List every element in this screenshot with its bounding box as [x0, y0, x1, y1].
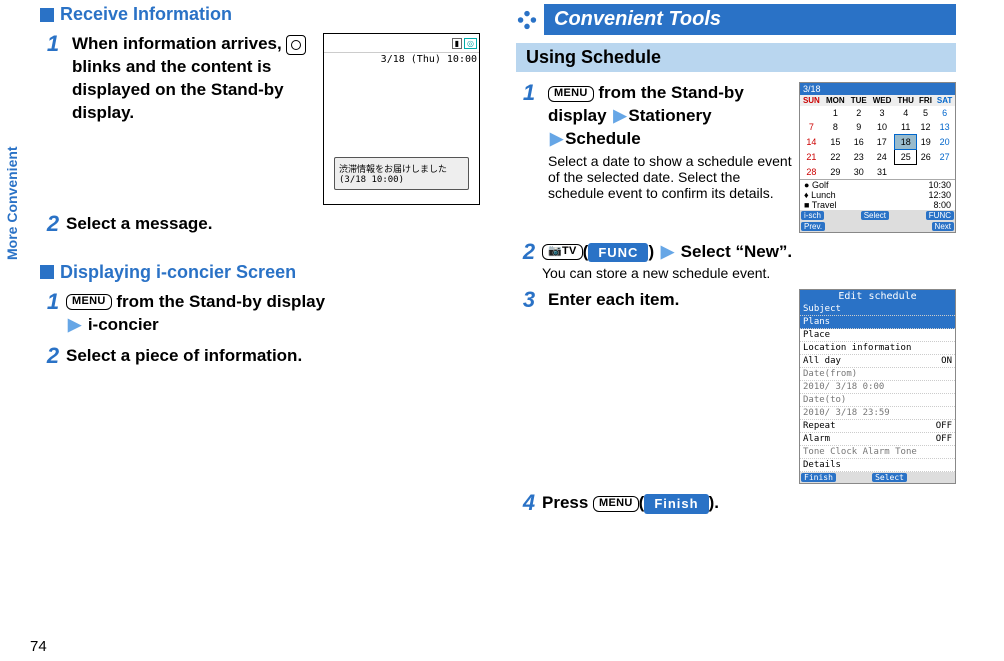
- field-date-to-value: 2010/ 3/18 23:59: [800, 407, 955, 420]
- step-text: Enter each item.: [548, 289, 793, 312]
- page-number: 74: [30, 638, 47, 655]
- step-text-fragment: i-concier: [88, 315, 159, 334]
- menu-key-icon: MENU: [593, 496, 639, 512]
- step-iconcier-1: 1 MENU from the Stand-by display ▶ i-con…: [40, 291, 480, 337]
- step-text: MENU from the Stand-by display ▶Statione…: [548, 82, 793, 151]
- field-subject-value: Plans: [800, 316, 955, 329]
- calendar-grid: SUNMONTUEWEDTHUFRISAT 123456 78910111213…: [800, 95, 955, 179]
- step-text: Select a piece of information.: [66, 345, 480, 368]
- field-location: Location information: [800, 342, 955, 355]
- step-receive-2: 2 Select a message.: [40, 213, 480, 236]
- step-text: Press MENU(Finish).: [542, 492, 956, 515]
- step-number: 2: [40, 345, 66, 368]
- phone-illustration: ▮◎ 3/18 (Thu) 10:00 渋滞情報をお届けしました (3/18 1…: [323, 33, 480, 205]
- step-iconcier-2: 2 Select a piece of information.: [40, 345, 480, 368]
- paren: ): [648, 242, 654, 261]
- calendar-title-bar: 3/18: [800, 83, 955, 95]
- field-details: Details: [800, 459, 955, 472]
- finish-softkey-label: Finish: [644, 494, 708, 514]
- step-schedule-3: 3 Enter each item. Edit schedule Subject…: [516, 289, 956, 484]
- section-header-receive: Receive Information: [40, 4, 480, 25]
- step-schedule-2: 2 📷TV(FUNC) ▶ Select “New”. You can stor…: [516, 241, 956, 282]
- step-text-fragment: Press: [542, 493, 593, 512]
- popup-line-2: (3/18 10:00): [339, 175, 464, 185]
- menu-key-icon: MENU: [548, 86, 594, 102]
- calendar-softkeys-row2: Prev. Next: [800, 221, 955, 232]
- section-header-iconcier: Displaying i-concier Screen: [40, 262, 480, 283]
- edit-schedule-screenshot: Edit schedule Subject Plans Place Locati…: [799, 289, 956, 484]
- step-text-suffix: blinks and the content is displayed on t…: [72, 57, 284, 122]
- step-number: 2: [516, 241, 542, 282]
- standby-clock: 3/18 (Thu) 10:00: [324, 53, 479, 66]
- edit-schedule-title: Edit schedule: [800, 290, 955, 303]
- step-text-fragment: Schedule: [565, 129, 641, 148]
- func-softkey-label: FUNC: [588, 243, 648, 263]
- right-column: Convenient Tools Using Schedule 1 MENU f…: [504, 0, 980, 661]
- step-description: You can store a new schedule event.: [542, 265, 956, 281]
- page: Receive Information 1 When information a…: [0, 0, 1004, 661]
- step-text: When information arrives, blinks and the…: [72, 33, 317, 125]
- field-allday: All dayON: [800, 355, 955, 368]
- field-place: Place: [800, 329, 955, 342]
- standby-screenshot: ▮◎ 3/18 (Thu) 10:00 渋滞情報をお届けしました (3/18 1…: [323, 33, 480, 205]
- field-subject: Subject: [800, 303, 955, 316]
- step-description: Select a date to show a schedule event o…: [548, 153, 793, 201]
- step-number: 4: [516, 492, 542, 515]
- edit-schedule-softkeys: Finish Select x: [800, 472, 955, 483]
- side-tab-label: More Convenient: [4, 146, 20, 260]
- step-number: 1: [516, 82, 542, 104]
- sub-banner: Using Schedule: [516, 43, 956, 72]
- calendar-screenshot: 3/18 SUNMONTUEWEDTHUFRISAT 123456 789101…: [799, 82, 956, 233]
- banner-row: Convenient Tools: [516, 4, 956, 35]
- arrow-icon: ▶: [659, 242, 676, 261]
- step-receive-1: 1 When information arrives, blinks and t…: [40, 33, 480, 205]
- field-repeat: RepeatOFF: [800, 420, 955, 433]
- calendar-event-list: ● Golf10:30 ♦ Lunch12:30 ■ Travel8:00: [800, 179, 955, 210]
- field-alarm: AlarmOFF: [800, 433, 955, 446]
- step-text: 📷TV(FUNC) ▶ Select “New”.: [542, 241, 956, 264]
- section-bullet-icon: [40, 265, 54, 279]
- popup-line-1: 渋滞情報をお届けしました: [339, 162, 464, 175]
- step-text-prefix: When information arrives,: [72, 34, 286, 53]
- field-date-from-value: 2010/ 3/18 0:00: [800, 381, 955, 394]
- status-bar: ▮◎: [324, 34, 479, 53]
- left-column: Receive Information 1 When information a…: [0, 0, 504, 661]
- step-text-fragment: Stationery: [628, 106, 711, 125]
- step-number: 3: [516, 289, 542, 311]
- camera-tv-key-icon: 📷TV: [542, 244, 583, 260]
- step-number: 2: [40, 213, 66, 236]
- section-title: Displaying i-concier Screen: [60, 262, 296, 283]
- step-number: 1: [40, 291, 66, 337]
- info-arrival-icon: [286, 35, 306, 55]
- step-text: MENU from the Stand-by display ▶ i-conci…: [66, 291, 480, 337]
- field-tone: Tone Clock Alarm Tone: [800, 446, 955, 459]
- arrow-icon: ▶: [548, 129, 565, 148]
- menu-key-icon: MENU: [66, 294, 112, 310]
- section-title: Receive Information: [60, 4, 232, 25]
- step-text-fragment: Select “New”.: [681, 242, 793, 261]
- chapter-banner: Convenient Tools: [544, 4, 956, 35]
- step-schedule-1: 1 MENU from the Stand-by display ▶Statio…: [516, 82, 956, 233]
- paren: ).: [709, 493, 719, 512]
- step-schedule-4: 4 Press MENU(Finish).: [516, 492, 956, 515]
- calendar-softkeys: i-sch Select FUNC: [800, 210, 955, 221]
- standby-popup: 渋滞情報をお届けしました (3/18 10:00): [334, 157, 469, 190]
- step-number: 1: [40, 33, 66, 55]
- field-date-to-label: Date(to): [800, 394, 955, 407]
- section-bullet-icon: [40, 8, 54, 22]
- arrow-icon: ▶: [611, 106, 628, 125]
- field-date-from-label: Date(from): [800, 368, 955, 381]
- arrow-icon: ▶: [66, 315, 83, 334]
- flower-icon: [516, 9, 538, 31]
- calendar-day-header: SUNMONTUEWEDTHUFRISAT: [800, 95, 955, 106]
- step-text-fragment: from the Stand-by display: [116, 292, 325, 311]
- step-text: Select a message.: [66, 213, 480, 236]
